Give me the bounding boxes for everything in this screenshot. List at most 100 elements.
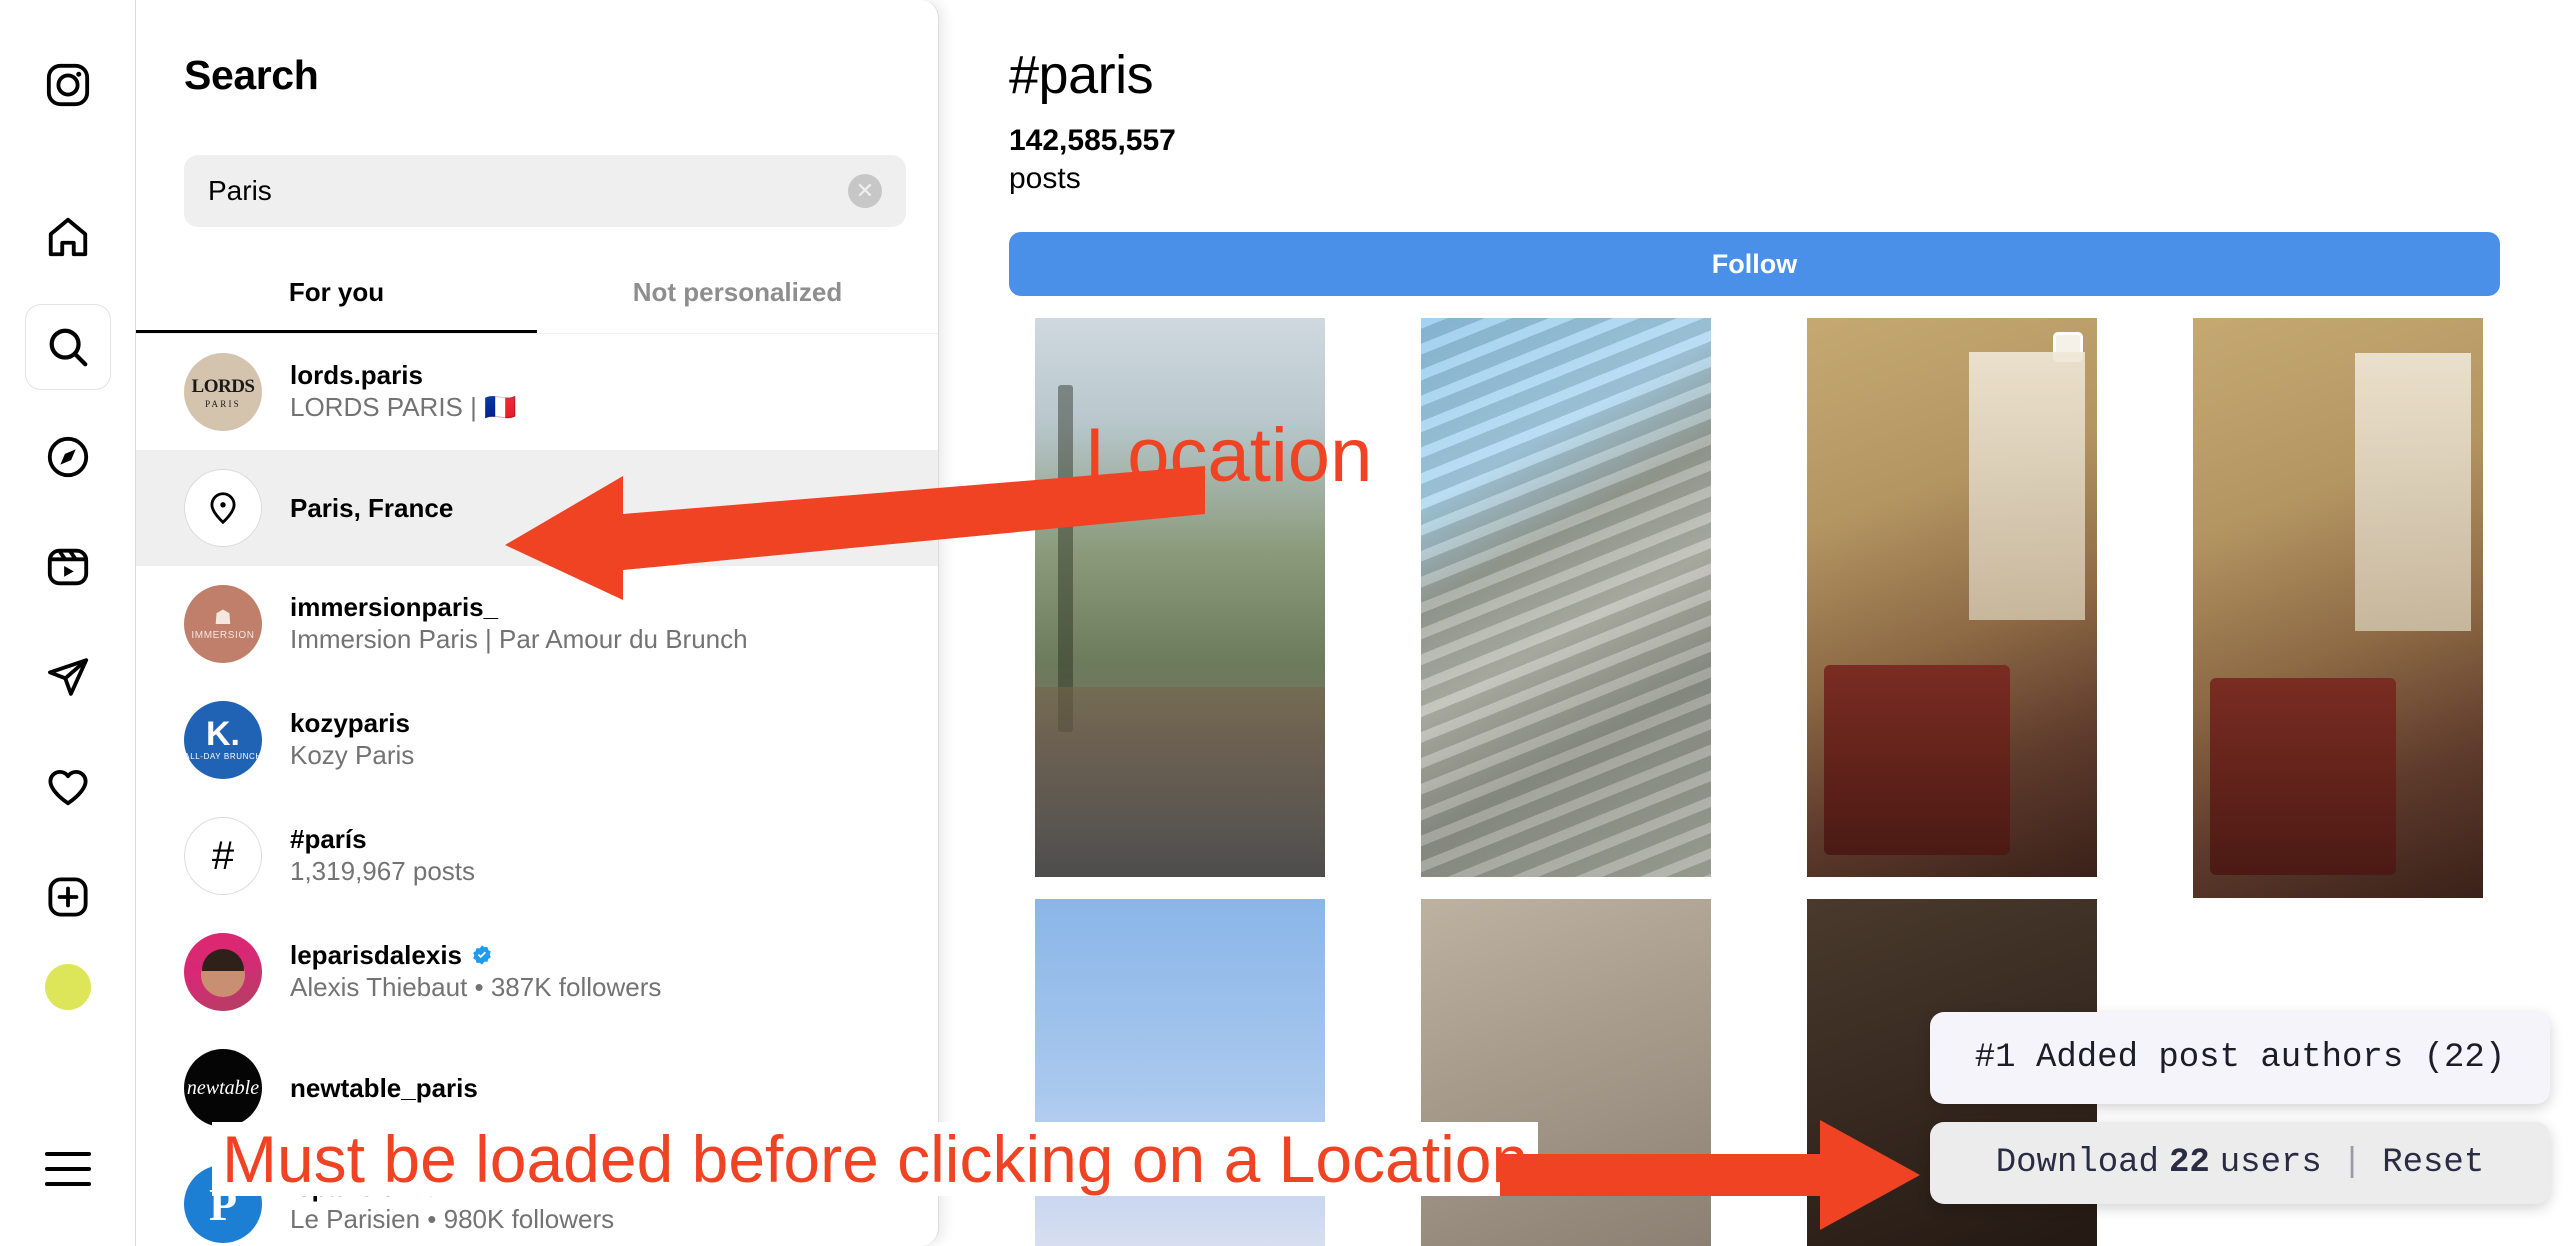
search-results-list: LORDS PARIS lords.paris LORDS PARIS | 🇫🇷 — [136, 334, 938, 1246]
sidebar-item-notifications[interactable] — [25, 744, 111, 830]
grid-column — [2193, 318, 2483, 1246]
download-count: 22 — [2168, 1144, 2210, 1182]
post-tile[interactable] — [1035, 899, 1325, 1246]
list-item-account[interactable]: LORDS PARIS lords.paris LORDS PARIS | 🇫🇷 — [136, 334, 938, 450]
profile-avatar[interactable] — [44, 964, 91, 1010]
tab-not-personalized[interactable]: Not personalized — [537, 263, 938, 333]
post-tile[interactable] — [1035, 318, 1325, 878]
avatar-text: LORDS — [191, 375, 255, 397]
tab-for-you[interactable]: For you — [136, 263, 537, 333]
hashtag-icon: # — [184, 817, 262, 895]
avatar: P — [184, 1165, 262, 1243]
account-username: leparisien — [290, 1171, 614, 1204]
location-pin-icon — [184, 469, 262, 547]
post-tile[interactable] — [2193, 318, 2483, 898]
list-item-text: immersionparis_ Immersion Paris | Par Am… — [290, 591, 748, 657]
left-nav-rail — [0, 0, 136, 1246]
username-text: kozyparis — [290, 707, 410, 738]
post-grid — [939, 318, 2576, 1246]
username-text: newtable_paris — [290, 1072, 478, 1103]
verified-badge-icon — [473, 945, 491, 965]
avatar-text: IMMERSION — [191, 629, 255, 641]
list-item-hashtag[interactable]: # #parís 1,319,967 posts — [136, 798, 938, 914]
username-text: immersionparis_ — [290, 591, 499, 622]
clear-icon[interactable]: ✕ — [848, 174, 882, 208]
location-name: Paris, France — [290, 492, 453, 525]
avatar-text: K. — [206, 715, 240, 754]
list-item-location[interactable]: Paris, France — [136, 450, 938, 566]
search-box[interactable]: ✕ — [184, 155, 906, 227]
grid-column — [1421, 318, 1711, 1246]
balloon-icon: ☗ — [214, 606, 232, 629]
actions-toast: Download 22 users | Reset — [1930, 1122, 2550, 1204]
hashtag-name: #parís — [290, 823, 475, 856]
account-fullname: Alexis Thiebaut • 387K followers — [290, 972, 662, 1003]
account-fullname: LORDS PARIS | 🇫🇷 — [290, 392, 517, 423]
search-panel: Search ✕ For you Not personalized LORDS … — [136, 0, 939, 1246]
grid-column — [1807, 318, 2097, 1246]
list-item-text: leparisdalexis Alexis Thiebaut • 387K fo… — [290, 939, 661, 1005]
avatar: K. ALL-DAY BRUNCH — [184, 701, 262, 779]
avatar-text: P — [208, 1178, 238, 1230]
location-name-text: Paris, France — [290, 492, 454, 523]
download-label[interactable]: Download — [1996, 1144, 2159, 1182]
post-tile[interactable] — [1421, 899, 1711, 1246]
list-item-account[interactable]: K. ALL-DAY BRUNCH kozyparis Kozy Paris — [136, 682, 938, 798]
avatar-subtext: PARIS — [205, 398, 241, 409]
post-count-label: posts — [1009, 162, 1081, 195]
post-tile[interactable] — [1421, 318, 1711, 878]
account-username: newtable_paris — [290, 1072, 478, 1105]
multi-photo-icon — [2053, 332, 2083, 362]
list-item-account[interactable]: P leparisien Le Parisien • 980K follower… — [136, 1146, 938, 1246]
account-username: leparisdalexis — [290, 939, 661, 972]
status-toast: #1 Added post authors (22) — [1930, 1012, 2550, 1104]
list-item-account[interactable]: leparisdalexis Alexis Thiebaut • 387K fo… — [136, 914, 938, 1030]
sidebar-item-create[interactable] — [25, 854, 111, 940]
avatar: LORDS PARIS — [184, 353, 262, 431]
verified-badge-icon — [422, 1177, 441, 1197]
search-input[interactable] — [208, 175, 848, 207]
account-username: immersionparis_ — [290, 591, 748, 624]
hashtag-post-count: 1,319,967 posts — [290, 856, 476, 887]
sidebar-item-messages[interactable] — [25, 634, 111, 720]
avatar — [184, 933, 262, 1011]
sidebar-item-home[interactable] — [25, 194, 111, 280]
page-title: Search — [184, 52, 319, 98]
post-tile[interactable] — [1807, 318, 2097, 878]
avatar-subtext: ALL-DAY BRUNCH — [184, 751, 262, 761]
menu-bar — [44, 1152, 91, 1156]
account-username: lords.paris — [290, 359, 516, 392]
username-text: lords.paris — [290, 359, 423, 390]
avatar: newtable — [184, 1049, 262, 1127]
list-item-text: newtable_paris — [290, 1072, 478, 1105]
follow-button[interactable]: Follow — [1009, 232, 2500, 296]
download-users-label[interactable]: users — [2220, 1144, 2322, 1182]
grid-column — [1035, 318, 1325, 1246]
list-item-text: #parís 1,319,967 posts — [290, 823, 475, 889]
instagram-logo-icon[interactable] — [41, 58, 95, 112]
sidebar-item-explore[interactable] — [25, 414, 111, 500]
list-item-text: Paris, France — [290, 492, 453, 525]
hashtag-name-text: #parís — [290, 823, 367, 854]
username-text: leparisien — [290, 1171, 412, 1202]
account-fullname: Le Parisien • 980K followers — [290, 1204, 615, 1235]
sidebar-item-reels[interactable] — [25, 524, 111, 610]
app-root: Search ✕ For you Not personalized LORDS … — [0, 0, 2576, 1246]
sidebar-item-search[interactable] — [24, 304, 111, 390]
account-fullname: Immersion Paris | Par Amour du Brunch — [290, 624, 748, 655]
list-item-account[interactable]: newtable newtable_paris — [136, 1030, 938, 1146]
list-item-text: leparisien Le Parisien • 980K followers — [290, 1171, 614, 1237]
username-text: leparisdalexis — [290, 939, 462, 970]
toast-separator: | — [2341, 1144, 2363, 1182]
menu-bar — [44, 1167, 91, 1171]
avatar-hair — [202, 949, 244, 971]
account-username: kozyparis — [290, 707, 414, 740]
hamburger-menu-icon[interactable] — [25, 1126, 111, 1212]
post-count: 142,585,557 — [1009, 124, 1176, 157]
list-item-text: kozyparis Kozy Paris — [290, 707, 414, 773]
list-item-account[interactable]: ☗ IMMERSION immersionparis_ Immersion Pa… — [136, 566, 938, 682]
menu-bar — [44, 1182, 91, 1186]
reset-button[interactable]: Reset — [2382, 1144, 2484, 1182]
list-item-text: lords.paris LORDS PARIS | 🇫🇷 — [290, 359, 516, 425]
account-fullname: Kozy Paris — [290, 740, 415, 771]
